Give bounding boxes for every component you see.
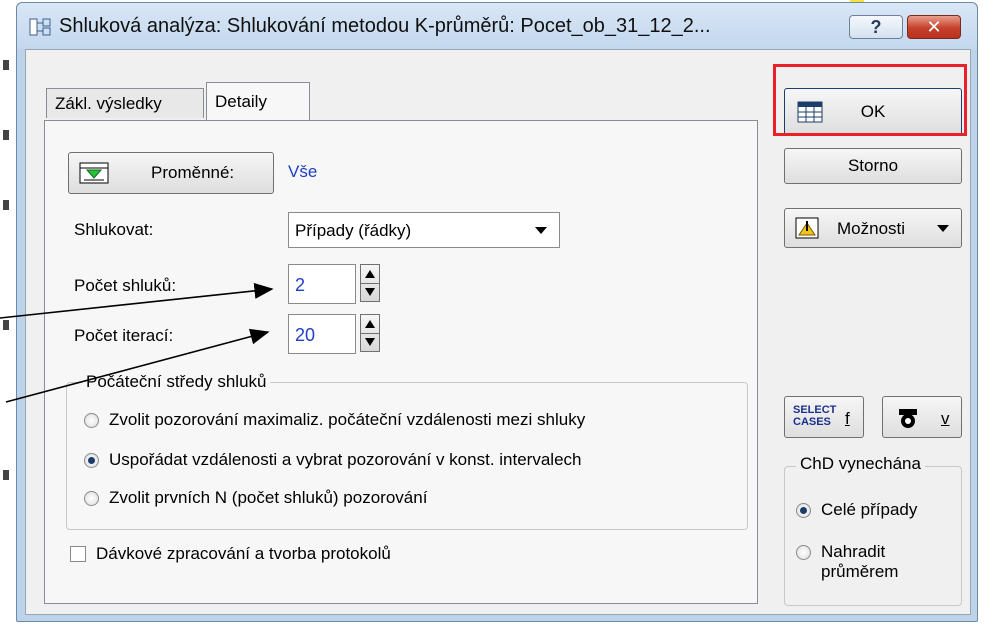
variables-button-label: Proměnné: (151, 163, 235, 182)
missing-data-option-casewise[interactable]: Celé případy (796, 500, 917, 520)
option-label: Celé případy (821, 500, 918, 519)
num-clusters-label: Počet shluků: (74, 276, 177, 295)
weight-button[interactable]: v (882, 396, 962, 438)
select-cases-icon: SELECT CASES (793, 404, 837, 428)
initial-centers-title: Počáteční středy shluků (82, 372, 271, 392)
batch-processing-label: Dávkové zpracování a tvorba protokolů (96, 544, 391, 563)
radio-button[interactable] (84, 412, 99, 428)
tab-details[interactable]: Detaily (206, 82, 310, 120)
num-iterations-label: Počet iterací: (74, 326, 174, 345)
num-iterations-stepper[interactable] (360, 314, 380, 352)
initial-centers-option-2[interactable]: Uspořádat vzdálenosti a vybrat pozorován… (84, 450, 581, 470)
chevron-down-icon (535, 227, 547, 234)
missing-data-title: ChD vynechána (796, 454, 925, 474)
analysis-app-icon (29, 18, 51, 36)
select-cases-button[interactable]: SELECT CASES f (784, 396, 864, 438)
option-label: Zvolit prvních N (počet shluků) pozorová… (109, 488, 428, 507)
options-button-label: Možnosti (837, 219, 906, 238)
cluster-label: Shlukovat: (74, 220, 154, 239)
initial-centers-option-1[interactable]: Zvolit pozorování maximaliz. počáteční v… (84, 410, 585, 430)
initial-centers-option-3[interactable]: Zvolit prvních N (počet shluků) pozorová… (84, 488, 427, 508)
batch-processing-row[interactable]: Dávkové zpracování a tvorba protokolů (70, 544, 391, 564)
num-clusters-input[interactable]: 2 (288, 264, 356, 304)
radio-button-selected[interactable] (84, 452, 99, 468)
options-button[interactable]: Možnosti (784, 208, 962, 248)
stepper-up-icon (365, 320, 375, 328)
tab-basic-results[interactable]: Zákl. výsledky (46, 88, 204, 118)
close-button[interactable]: ✕ (907, 15, 961, 39)
option-label: Nahradit průměrem (821, 542, 899, 581)
variables-value: Vše (288, 162, 318, 181)
stepper-down-icon (365, 338, 375, 346)
batch-processing-checkbox[interactable] (70, 546, 86, 562)
cancel-button-label: Storno (847, 156, 899, 175)
variables-icon (79, 162, 109, 184)
num-iterations-input[interactable]: 20 (288, 314, 356, 354)
missing-data-option-mean[interactable]: Nahradit průměrem (796, 542, 931, 582)
missing-data-group (784, 466, 962, 606)
num-iterations-value: 20 (295, 325, 316, 345)
background-document-edge (0, 0, 14, 627)
cancel-button[interactable]: Storno (784, 148, 962, 184)
stepper-down-icon (365, 288, 375, 296)
cluster-select-value: Případy (řádky) (295, 221, 412, 240)
chevron-down-icon (937, 225, 949, 232)
title-bar[interactable]: Shluková analýza: Shlukování metodou K-p… (17, 3, 977, 49)
weight-button-label: v (941, 409, 950, 428)
help-button[interactable]: ? (849, 15, 903, 39)
stepper-up-icon (365, 270, 375, 278)
options-icon (795, 217, 819, 239)
radio-button[interactable] (796, 545, 811, 560)
option-label: Zvolit pozorování maximaliz. počáteční v… (109, 410, 586, 429)
weight-icon (899, 409, 917, 428)
radio-button-selected[interactable] (796, 502, 811, 518)
option-label: Uspořádat vzdálenosti a vybrat pozorován… (109, 450, 582, 469)
cluster-select[interactable]: Případy (řádky) (288, 212, 560, 248)
select-cases-label: f (845, 409, 850, 428)
ok-highlight-annotation (773, 64, 967, 136)
window-title: Shluková analýza: Shlukování metodou K-p… (59, 15, 711, 37)
variables-button[interactable]: Proměnné: (68, 152, 274, 194)
num-clusters-value: 2 (295, 275, 306, 295)
radio-button[interactable] (84, 490, 99, 506)
num-clusters-stepper[interactable] (360, 264, 380, 302)
